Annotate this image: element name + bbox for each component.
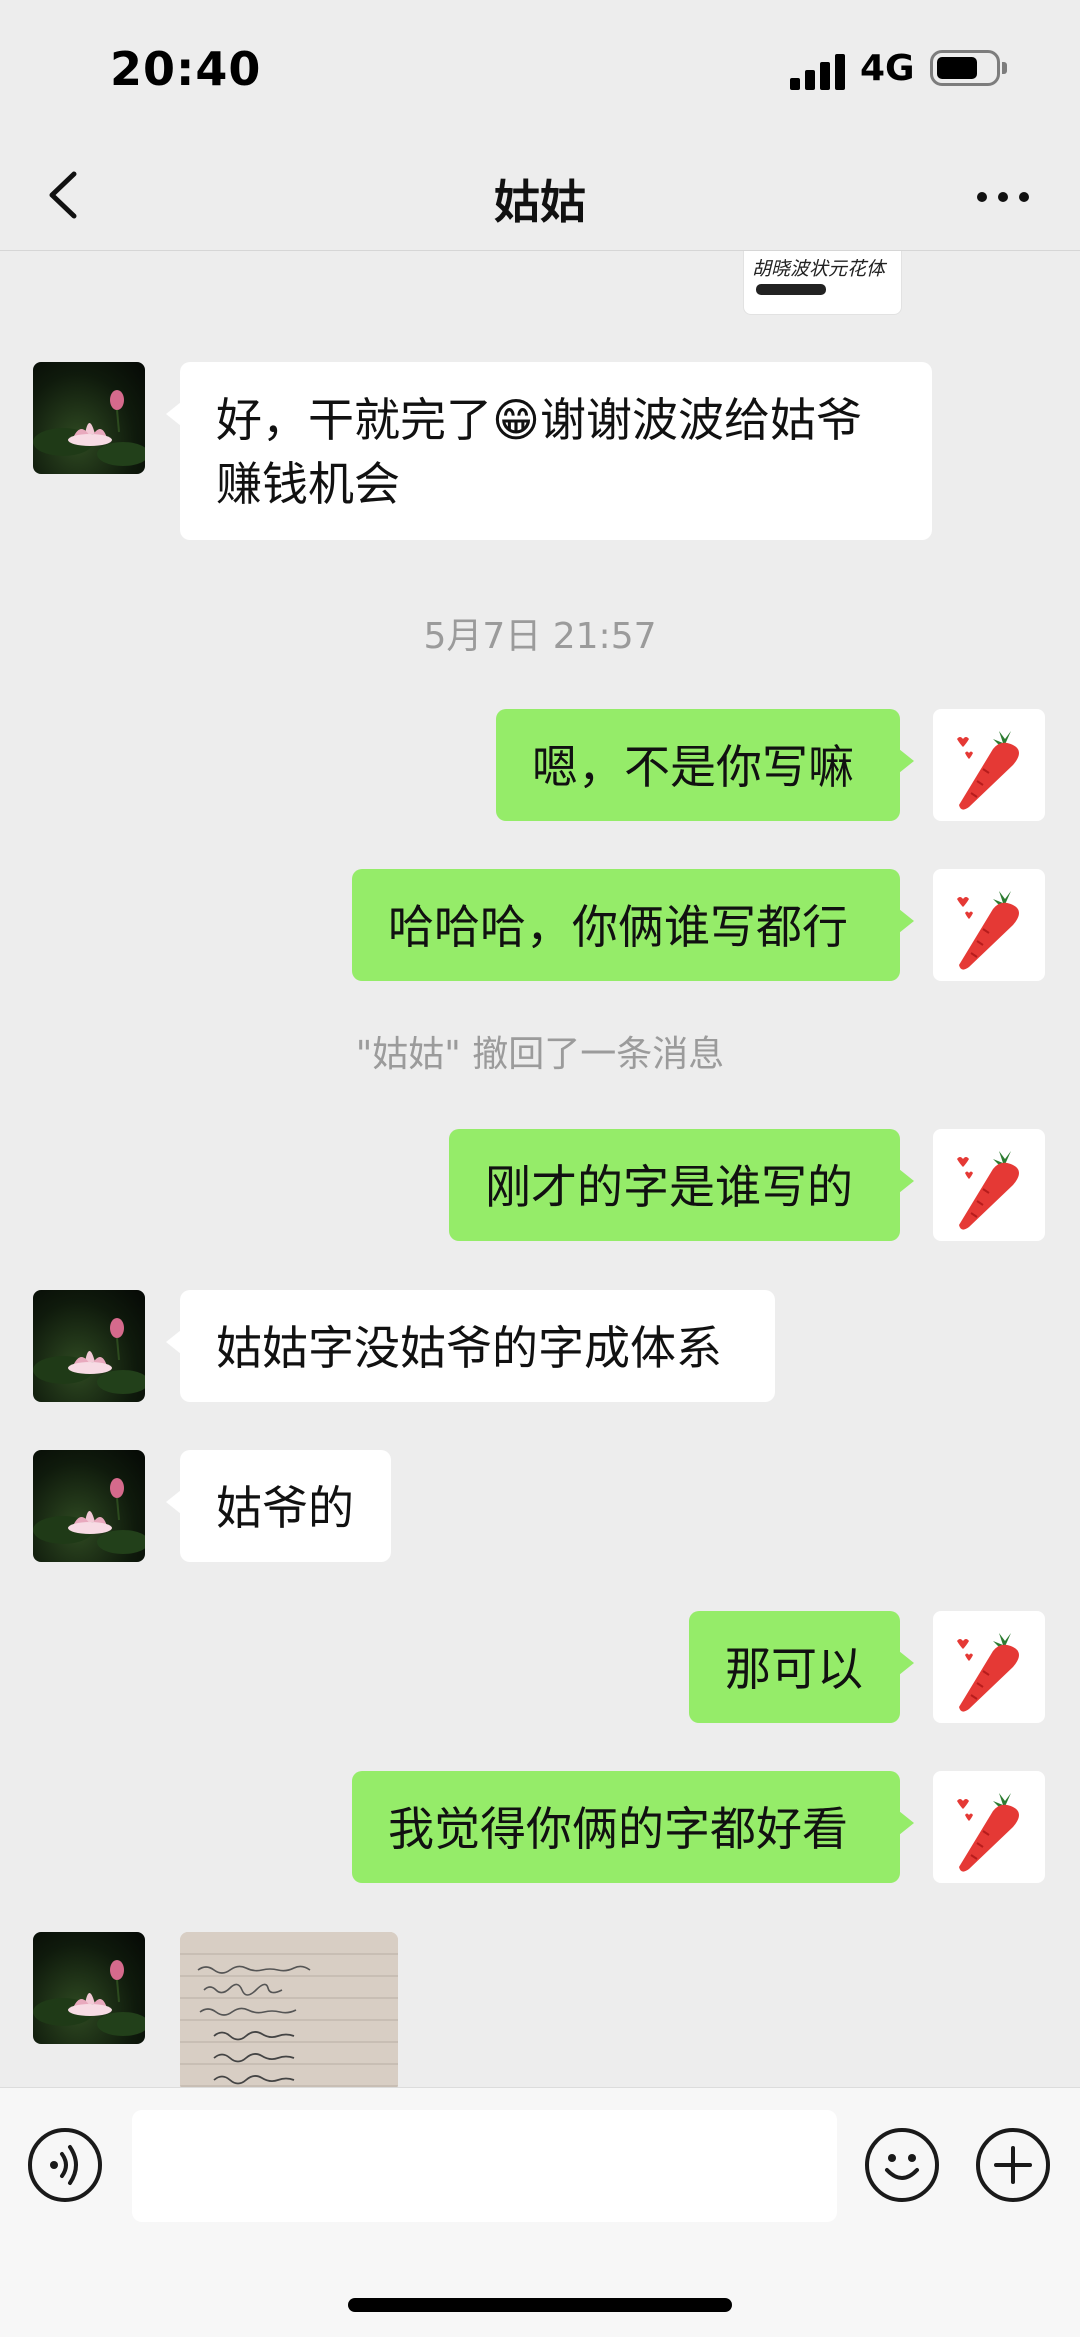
signal-icon xyxy=(790,52,846,90)
image-tag xyxy=(756,284,826,295)
emoji-icon xyxy=(885,2154,919,2180)
image-message-top[interactable]: 胡晓波状元花体 xyxy=(743,251,902,315)
message-bubble-incoming[interactable]: 姑爷的 xyxy=(166,1450,391,1562)
avatar-self[interactable] xyxy=(933,1771,1045,1883)
avatar-self[interactable] xyxy=(933,1129,1045,1241)
chat-title: 姑姑 xyxy=(494,175,586,229)
message-text: 好，干就完了😁谢谢波波给姑爷赚钱机会 xyxy=(216,393,862,511)
avatar-contact[interactable] xyxy=(33,1450,145,1562)
plus-button[interactable] xyxy=(976,2128,1050,2202)
lotus-avatar-image xyxy=(33,390,145,466)
lotus-avatar-image xyxy=(33,1478,145,1554)
message-text: 我觉得你俩的字都好看 xyxy=(388,1802,848,1856)
home-indicator xyxy=(348,2298,732,2312)
nav-bar: 姑姑 xyxy=(0,140,1080,251)
carrot-avatar-image xyxy=(957,1151,1019,1230)
message-bubble-outgoing[interactable]: 嗯，不是你写嘛 xyxy=(496,709,914,821)
message-bubble-incoming[interactable]: 好，干就完了😁谢谢波波给姑爷赚钱机会 xyxy=(166,362,932,540)
lotus-avatar-image xyxy=(33,1960,145,2036)
input-bar xyxy=(0,2087,1080,2337)
message-text: 哈哈哈，你俩谁写都行 xyxy=(388,900,848,954)
status-bar: 20:40 4G xyxy=(0,0,1080,140)
network-label: 4G xyxy=(860,48,915,89)
voice-button[interactable] xyxy=(28,2128,102,2202)
message-bubble-outgoing[interactable]: 刚才的字是谁写的 xyxy=(449,1129,914,1241)
message-text: 那可以 xyxy=(725,1642,863,1696)
lotus-avatar-image xyxy=(33,1318,145,1394)
message-bubble-outgoing[interactable]: 我觉得你俩的字都好看 xyxy=(352,1771,914,1883)
avatar-self[interactable] xyxy=(933,709,1045,821)
handwriting-photo xyxy=(180,1932,398,2087)
chat-screen: 20:40 4G 姑姑 胡晓波状元花体 好，干就完了😁谢谢波波给姑爷赚钱机会 5… xyxy=(0,0,1080,2337)
message-text: 姑姑字没姑爷的字成体系 xyxy=(216,1321,722,1375)
avatar-self[interactable] xyxy=(933,1611,1045,1723)
battery-icon xyxy=(930,50,1007,86)
message-bubble-outgoing[interactable]: 那可以 xyxy=(689,1611,914,1723)
carrot-avatar-image xyxy=(957,891,1019,970)
avatar-contact[interactable] xyxy=(33,1290,145,1402)
message-bubble-incoming[interactable]: 姑姑字没姑爷的字成体系 xyxy=(166,1290,775,1402)
timestamp: 5月7日 21:57 xyxy=(423,616,657,657)
carrot-avatar-image xyxy=(957,731,1019,810)
message-text: 嗯，不是你写嘛 xyxy=(532,740,854,794)
image-message-handwriting[interactable] xyxy=(180,1932,398,2087)
emoji-button[interactable] xyxy=(865,2128,939,2202)
avatar-contact[interactable] xyxy=(33,362,145,474)
avatar-contact[interactable] xyxy=(33,1932,145,2044)
message-bubble-outgoing[interactable]: 哈哈哈，你俩谁写都行 xyxy=(352,869,914,981)
chat-messages: 胡晓波状元花体 好，干就完了😁谢谢波波给姑爷赚钱机会 5月7日 21:57 嗯，… xyxy=(0,251,1080,2087)
image-caption: 胡晓波状元花体 xyxy=(752,258,886,280)
message-input[interactable] xyxy=(132,2110,837,2222)
plus-icon xyxy=(994,2146,1032,2184)
carrot-avatar-image xyxy=(957,1633,1019,1712)
more-button[interactable] xyxy=(968,160,1038,230)
message-text: 姑爷的 xyxy=(216,1481,354,1535)
message-text: 刚才的字是谁写的 xyxy=(485,1160,853,1214)
status-time: 20:40 xyxy=(110,42,262,96)
carrot-avatar-image xyxy=(957,1793,1019,1872)
voice-icon xyxy=(50,2145,78,2185)
avatar-self[interactable] xyxy=(933,869,1045,981)
recall-notice: "姑姑" 撤回了一条消息 xyxy=(355,1034,725,1075)
